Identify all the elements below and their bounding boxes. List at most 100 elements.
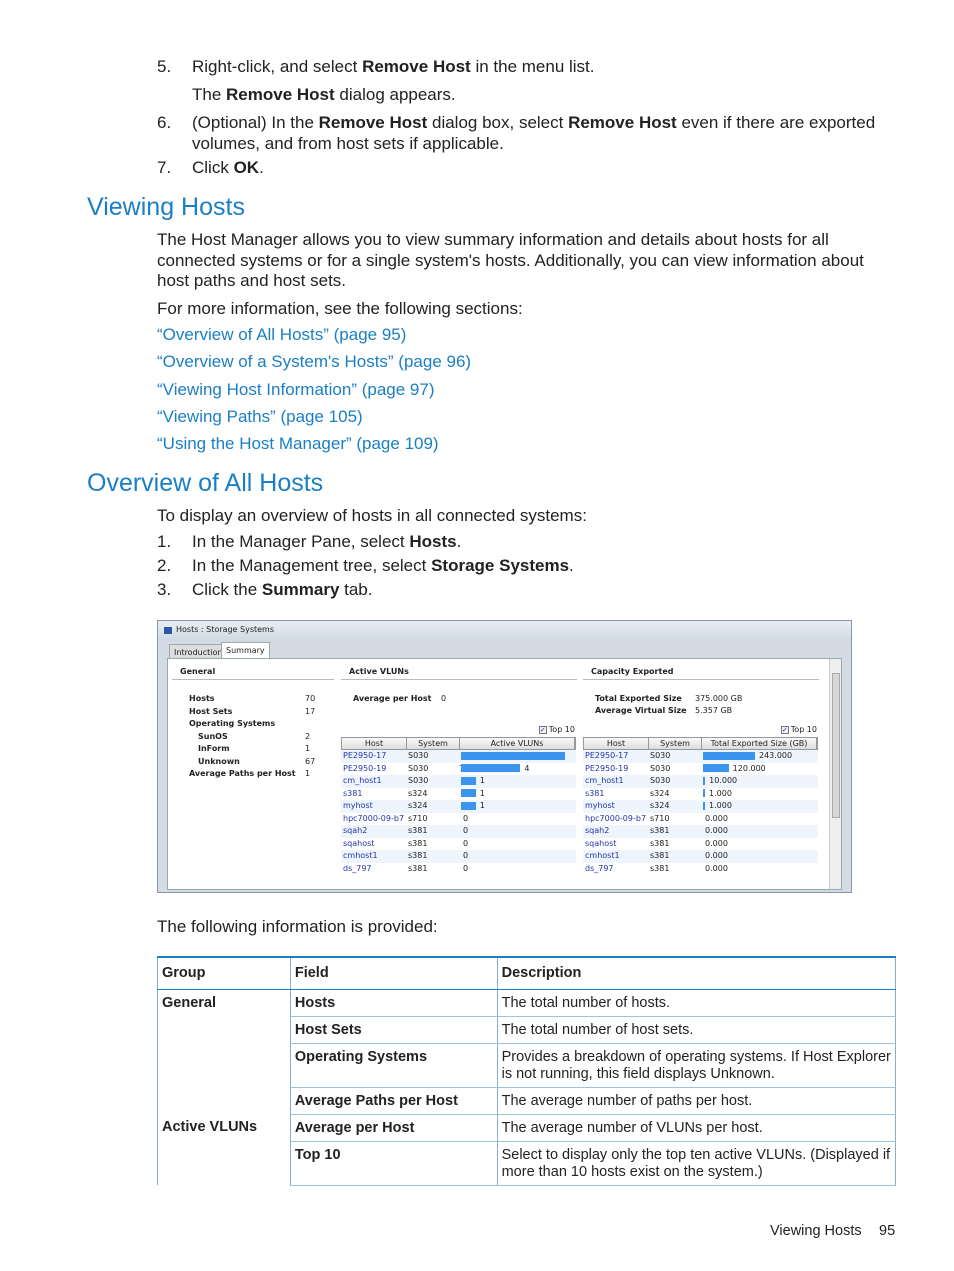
- grid-row[interactable]: sqah2 s381 0.000: [583, 825, 818, 838]
- value-cell: 0.000: [701, 863, 816, 876]
- text: tab.: [339, 580, 373, 599]
- host-cell: ds_797: [585, 863, 614, 873]
- system-cell: s710: [408, 813, 428, 823]
- grid-row[interactable]: PE2950-17 S030 7: [341, 750, 576, 773]
- capacity-heading: Capacity Exported: [583, 664, 819, 680]
- grid-row[interactable]: ds_797 s381 0: [341, 863, 576, 876]
- grid-row[interactable]: hpc7000-09-b7 s710 0: [341, 813, 576, 826]
- grid-row[interactable]: sqahost s381 0.000: [583, 838, 818, 851]
- vluns-section: Active VLUNs ✓ Top 10 Host System Active VLUN…: [341, 664, 577, 889]
- grid-row[interactable]: sqahost s381 0: [341, 838, 576, 851]
- grid-row[interactable]: hpc7000-09-b7 s710 0.000: [583, 813, 818, 826]
- step-number: 3.: [157, 580, 172, 599]
- section-link[interactable]: “Using the Host Manager” (page 109): [157, 434, 439, 454]
- section-link[interactable]: “Overview of a System's Hosts” (page 96): [157, 352, 471, 372]
- system-cell: s381: [408, 838, 428, 848]
- tab-summary[interactable]: Summary: [221, 642, 270, 659]
- step-text: (Optional) In the Remove Host dialog box…: [192, 112, 892, 154]
- grid-row[interactable]: ds_797 s381 0.000: [583, 863, 818, 876]
- description-cell: The average number of VLUNs per host.: [496, 1114, 897, 1142]
- grid-row[interactable]: cmhost1 s381 0: [341, 850, 576, 863]
- value-cell: 0.000: [701, 813, 816, 826]
- grid-row[interactable]: PE2950-17 S030 243.000: [583, 750, 818, 763]
- grid-row[interactable]: cmhost1 s381 0.000: [583, 850, 818, 863]
- general-label: SunOS: [198, 731, 228, 741]
- section-link[interactable]: “Overview of All Hosts” (page 95): [157, 325, 406, 345]
- host-cell: sqah2: [585, 826, 610, 835]
- value-cell: 0: [459, 863, 574, 876]
- window-title-bar: Hosts : Storage Systems: [158, 621, 851, 641]
- general-value: 70: [305, 694, 316, 703]
- value-bar: [461, 801, 476, 810]
- field-cell: Average per Host: [289, 1114, 498, 1142]
- value-cell: 1: [459, 800, 574, 813]
- value-text: 1: [479, 801, 485, 810]
- group-name: General: [162, 994, 216, 1011]
- value-text: 243.000: [759, 751, 793, 760]
- value-text: 0: [463, 863, 469, 873]
- scrollbar-thumb[interactable]: [832, 673, 840, 818]
- value-cell: 0: [459, 825, 574, 838]
- top10-checkbox[interactable]: ✓ Top 10: [538, 725, 575, 734]
- field-name: Operating Systems: [294, 1048, 428, 1065]
- grid-row[interactable]: PE2950-19 S030 120.000: [583, 763, 818, 776]
- host-cell: cm_host1: [585, 776, 624, 785]
- system-cell: s381: [408, 851, 428, 860]
- step-text: Click the Summary tab.: [192, 579, 892, 600]
- text: Click the: [192, 580, 262, 599]
- grid-row[interactable]: sqah2 s381 0: [341, 825, 576, 838]
- value-cell: 0.000: [701, 825, 816, 838]
- value-text: 0: [463, 851, 469, 860]
- value-cell: 1.000: [701, 788, 816, 801]
- host-cell: sqah2: [343, 826, 368, 835]
- grid-row[interactable]: myhost s324 1.000: [583, 800, 818, 813]
- step-number: 1.: [157, 532, 172, 551]
- ui-term: Remove Host: [226, 85, 335, 104]
- field-name: Top 10: [294, 1146, 341, 1163]
- general-label: InForm: [198, 744, 230, 753]
- column-header[interactable]: System: [649, 738, 702, 749]
- field-name: Average per Host: [294, 1119, 415, 1136]
- system-cell: s324: [408, 788, 428, 798]
- tab-introduction[interactable]: Introduction: [169, 644, 228, 659]
- host-cell: s381: [585, 788, 605, 798]
- general-label: Hosts: [189, 694, 215, 703]
- top10-checkbox[interactable]: ✓ Top 10: [780, 725, 817, 734]
- vertical-scrollbar[interactable]: [829, 659, 841, 889]
- ui-term: Remove Host: [318, 113, 428, 132]
- system-cell: s381: [650, 838, 670, 848]
- value-text: 0.000: [705, 851, 728, 860]
- value-bar: [703, 789, 705, 797]
- step-number: 6.: [157, 113, 172, 132]
- value-cell: 1: [459, 775, 574, 788]
- column-header[interactable]: Host: [584, 738, 649, 749]
- grid-row[interactable]: s381 s324 1: [341, 788, 576, 801]
- grid-row[interactable]: cm_host1 S030 10.000: [583, 775, 818, 788]
- column-header[interactable]: Host: [342, 738, 407, 749]
- intro-paragraph: The Host Manager allows you to view summ…: [157, 230, 864, 290]
- grid-row[interactable]: myhost s324 1: [341, 800, 576, 813]
- grid-row[interactable]: cm_host1 S030 1: [341, 775, 576, 788]
- window-title: Hosts : Storage Systems: [176, 625, 275, 634]
- field-cell: Operating Systems: [289, 1043, 498, 1088]
- value-text: 0.000: [705, 826, 728, 835]
- grid-row[interactable]: PE2950-19 S030 4: [341, 763, 576, 776]
- grid-row[interactable]: s381 s324 1.000: [583, 788, 818, 801]
- column-header[interactable]: Total Exported Size (GB): [702, 738, 817, 749]
- value-text: 1.000: [709, 801, 732, 810]
- column-header[interactable]: Active VLUNs: [460, 738, 575, 749]
- description-cell: Provides a breakdown of operating system…: [496, 1043, 897, 1088]
- value-bar: [461, 776, 476, 785]
- text: .: [569, 556, 574, 575]
- hosts-window-icon: [164, 627, 172, 634]
- grid-header: Host System Total Exported Size (GB): [583, 737, 818, 750]
- column-header[interactable]: System: [407, 738, 460, 749]
- table-row: General Hosts The total number of hosts.: [157, 989, 897, 1114]
- text: .: [456, 532, 462, 551]
- section-link[interactable]: “Viewing Paths” (page 105): [157, 407, 363, 427]
- top10-label: Top 10: [548, 725, 575, 734]
- ui-term: Storage Systems: [431, 556, 570, 575]
- section-link[interactable]: “Viewing Host Information” (page 97): [157, 380, 435, 400]
- value-cell: 243.000: [701, 750, 816, 763]
- value-cell: 7: [459, 750, 574, 773]
